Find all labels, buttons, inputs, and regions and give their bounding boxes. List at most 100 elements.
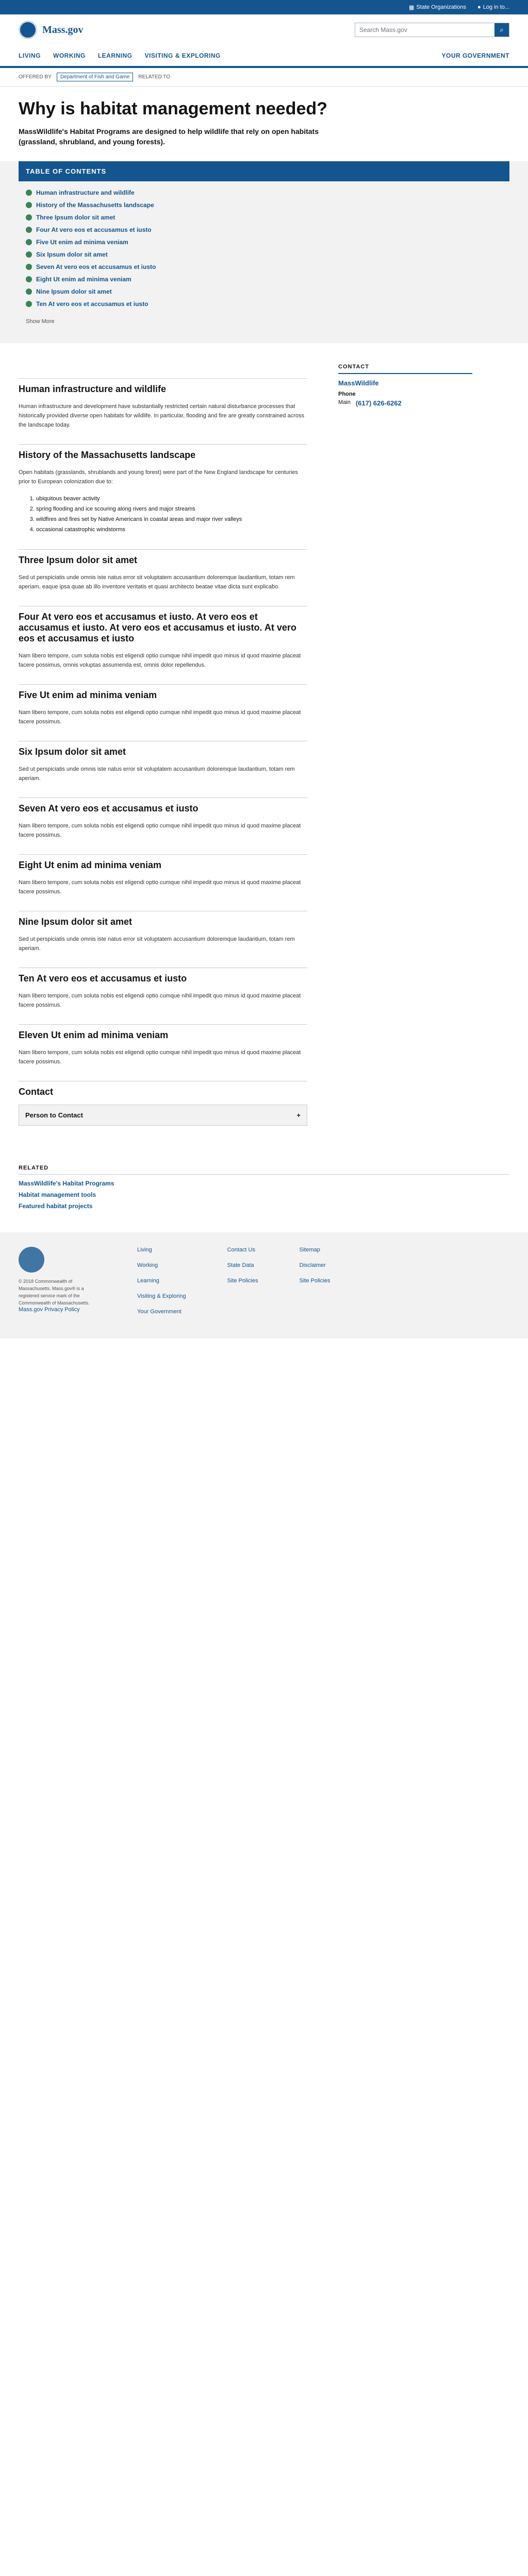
section: Human infrastructure and wildlife Human i… — [19, 378, 307, 430]
section-heading: Three Ipsum dolor sit amet — [19, 549, 307, 566]
phone-row: Main (617) 626-6262 — [338, 399, 402, 407]
contact-button-label: Person to Contact — [25, 1111, 83, 1119]
toc-item[interactable]: Four At vero eos et accusamus et iusto — [26, 224, 502, 236]
offered-by-label: OFFERED BY — [19, 74, 52, 80]
footer-col-1: Living Working Learning Visiting & Explo… — [137, 1247, 186, 1324]
footer-col-2: Contact Us State Data Site Policies — [227, 1247, 258, 1324]
org-tag[interactable]: Department of Fish and Game — [56, 73, 134, 81]
section-body: Human infrastructure and development hav… — [19, 403, 304, 428]
page-meta: OFFERED BY Department of Fish and Game R… — [0, 68, 528, 87]
content-area: Human infrastructure and wildlife Human i… — [0, 343, 528, 1165]
toc-item[interactable]: Eight Ut enim ad minima veniam — [26, 273, 502, 285]
check-icon — [26, 202, 32, 208]
toc-item[interactable]: Nine Ipsum dolor sit amet — [26, 285, 502, 298]
toc-item[interactable]: History of the Massachusetts landscape — [26, 199, 502, 211]
top-utility-bar: ▦ State Organizations ● Log in to... — [0, 0, 528, 14]
footer-link[interactable]: State Data — [227, 1262, 258, 1268]
search-icon: ⌕ — [500, 26, 504, 33]
main-nav: Living Working Learning Visiting & Explo… — [0, 45, 528, 68]
building-icon: ▦ — [408, 4, 415, 11]
toc-link[interactable]: Ten At vero eos et accusamus et iusto — [36, 300, 148, 308]
toc-item[interactable]: Seven At vero eos et accusamus et iusto — [26, 261, 502, 273]
copyright: © 2018 Commonwealth of Massachusetts. Ma… — [19, 1279, 90, 1306]
toc-link[interactable]: Eight Ut enim ad minima veniam — [36, 276, 131, 283]
nav-working[interactable]: Working — [47, 52, 92, 59]
footer-link[interactable]: Learning — [137, 1278, 186, 1284]
list-item: wildfires and fires set by Native Americ… — [36, 514, 307, 524]
state-seal-logo[interactable] — [19, 21, 37, 39]
toc-item[interactable]: Six Ipsum dolor sit amet — [26, 248, 502, 261]
footer-link[interactable]: Working — [137, 1262, 186, 1268]
related-link[interactable]: Habitat management tools — [19, 1191, 509, 1198]
toc-item[interactable]: Human infrastructure and wildlife — [26, 187, 502, 199]
privacy-link[interactable]: Mass.gov Privacy Policy — [19, 1307, 96, 1313]
footer-link[interactable]: Visiting & Exploring — [137, 1293, 186, 1299]
check-icon — [26, 227, 32, 233]
toc-link[interactable]: Nine Ipsum dolor sit amet — [36, 288, 112, 295]
table-of-contents: TABLE OF CONTENTS Human infrastructure a… — [0, 161, 528, 343]
contact-name-link[interactable]: MassWildlife — [338, 379, 472, 387]
section: Six Ipsum dolor sit amet Sed ut perspicia… — [19, 741, 307, 783]
search-input[interactable] — [355, 23, 494, 37]
nav-learning[interactable]: Learning — [92, 52, 139, 59]
contact-heading: Contact — [19, 1081, 307, 1097]
toc-link[interactable]: Seven At vero eos et accusamus et iusto — [36, 263, 156, 270]
section-heading: Human infrastructure and wildlife — [19, 378, 307, 395]
site-logo-text[interactable]: Mass.gov — [42, 24, 83, 36]
contact-accordion[interactable]: Person to Contact + — [19, 1105, 307, 1126]
nav-government[interactable]: Your Government — [435, 52, 516, 59]
section-body: Nam libero tempore, cum soluta nobis est… — [19, 709, 301, 725]
toc-link[interactable]: Five Ut enim ad minima veniam — [36, 239, 128, 246]
phone-link[interactable]: (617) 626-6262 — [356, 399, 402, 407]
footer-link[interactable]: Your Government — [137, 1309, 186, 1315]
section-body: Nam libero tempore, cum soluta nobis est… — [19, 823, 301, 838]
section-body: Nam libero tempore, cum soluta nobis est… — [19, 653, 301, 668]
toc-title: TABLE OF CONTENTS — [19, 161, 509, 181]
section: Nine Ipsum dolor sit amet Sed ut perspici… — [19, 911, 307, 953]
toc-item[interactable]: Five Ut enim ad minima veniam — [26, 236, 502, 248]
footer-link[interactable]: Contact Us — [227, 1247, 258, 1253]
list-item: occasional catastrophic windstorms — [36, 524, 307, 535]
disturbance-list: ubiquitous beaver activity spring floodi… — [36, 494, 307, 535]
section-body: Nam libero tempore, cum soluta nobis est… — [19, 879, 301, 895]
toc-item[interactable]: Three Ipsum dolor sit amet — [26, 211, 502, 224]
check-icon — [26, 239, 32, 245]
footer-link[interactable]: Disclaimer — [300, 1262, 331, 1268]
toc-link[interactable]: Four At vero eos et accusamus et iusto — [36, 226, 152, 233]
section-heading: History of the Massachusetts landscape — [19, 444, 307, 461]
toc-show-more[interactable]: Show More — [19, 315, 509, 328]
user-icon: ● — [477, 4, 481, 10]
footer-link[interactable]: Site Policies — [227, 1278, 258, 1284]
check-icon — [26, 264, 32, 270]
footer-link[interactable]: Site Policies — [300, 1278, 331, 1284]
section: Eight Ut enim ad minima veniam Nam libero… — [19, 854, 307, 896]
section-body: Open habitats (grasslands, shrublands an… — [19, 469, 298, 485]
section: Five Ut enim ad minima veniam Nam libero … — [19, 684, 307, 726]
section: Four At vero eos et accusamus et iusto. … — [19, 606, 307, 670]
toc-link[interactable]: History of the Massachusetts landscape — [36, 201, 154, 209]
nav-visiting[interactable]: Visiting & Exploring — [139, 52, 227, 59]
related-section: RELATED MassWildlife's Habitat Programs … — [0, 1165, 528, 1232]
toc-link[interactable]: Human infrastructure and wildlife — [36, 189, 135, 196]
search-form: ⌕ — [355, 23, 509, 37]
section-heading: Eight Ut enim ad minima veniam — [19, 854, 307, 871]
section-body: Nam libero tempore, cum soluta nobis est… — [19, 1049, 301, 1065]
check-icon — [26, 214, 32, 221]
state-orgs-link[interactable]: ▦ State Organizations — [409, 4, 466, 11]
related-title: RELATED — [19, 1165, 509, 1175]
related-link[interactable]: MassWildlife's Habitat Programs — [19, 1180, 509, 1187]
footer-link[interactable]: Living — [137, 1247, 186, 1253]
search-button[interactable]: ⌕ — [494, 23, 509, 37]
check-icon — [26, 301, 32, 307]
toc-link[interactable]: Three Ipsum dolor sit amet — [36, 214, 115, 221]
section-heading: Nine Ipsum dolor sit amet — [19, 911, 307, 927]
sidebar: CONTACT MassWildlife Phone Main (617) 626… — [338, 364, 472, 1144]
toc-link[interactable]: Six Ipsum dolor sit amet — [36, 251, 108, 258]
footer-link[interactable]: Sitemap — [300, 1247, 331, 1253]
nav-living[interactable]: Living — [12, 52, 47, 59]
section-heading: Four At vero eos et accusamus et iusto. … — [19, 606, 307, 644]
login-link[interactable]: ● Log in to... — [477, 4, 509, 10]
toc-item[interactable]: Ten At vero eos et accusamus et iusto — [26, 298, 502, 310]
related-link[interactable]: Featured habitat projects — [19, 1202, 509, 1210]
section-body: Sed ut perspiciatis unde omnis iste natu… — [19, 936, 295, 952]
